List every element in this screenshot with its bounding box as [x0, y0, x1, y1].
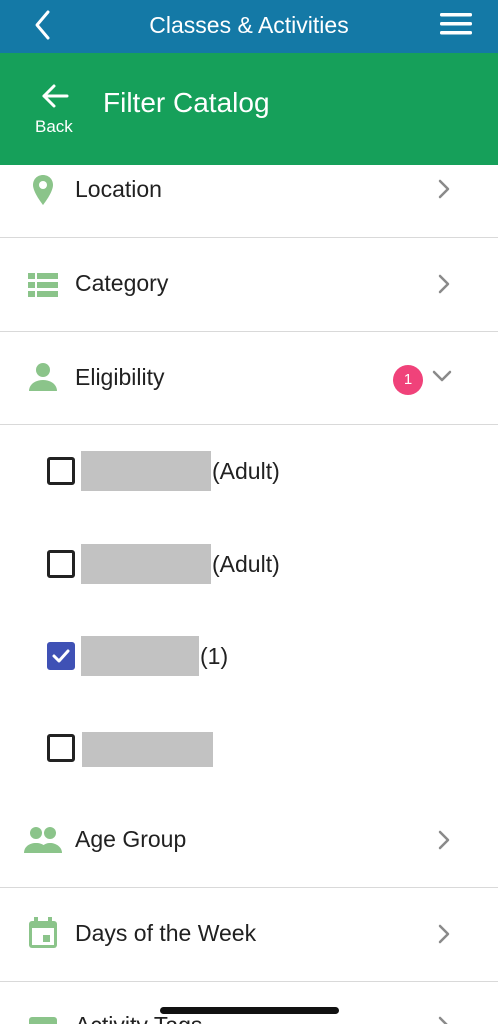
- filter-row-days-of-week[interactable]: Days of the Week: [0, 888, 498, 982]
- chevron-right-icon: [438, 924, 450, 944]
- checkbox[interactable]: [47, 457, 75, 485]
- checkbox[interactable]: [47, 550, 75, 578]
- app-top-bar: Classes & Activities: [0, 0, 498, 53]
- filter-row-eligibility[interactable]: Eligibility 1: [0, 332, 498, 425]
- hamburger-menu-icon[interactable]: [440, 12, 472, 36]
- location-pin-icon: [33, 175, 53, 205]
- filter-label: Age Group: [75, 826, 187, 852]
- filter-row-activity-tags[interactable]: Activity Tags: [0, 982, 498, 1024]
- option-suffix: (Adult): [212, 458, 280, 484]
- eligibility-option[interactable]: (Adult): [0, 518, 498, 610]
- chevron-down-icon: [432, 370, 452, 382]
- tag-icon: [29, 1017, 57, 1024]
- option-suffix: (1): [200, 643, 229, 669]
- list-icon: [28, 273, 58, 297]
- option-suffix: (Adult): [212, 551, 280, 577]
- chevron-right-icon: [438, 1016, 448, 1024]
- page-title: Filter Catalog: [103, 87, 270, 118]
- people-icon: [24, 827, 62, 853]
- chevron-right-icon: [438, 274, 450, 294]
- back-button[interactable]: Back: [30, 83, 86, 163]
- home-indicator: [160, 1007, 339, 1014]
- eligibility-option[interactable]: [0, 702, 498, 794]
- filter-label: Location: [75, 176, 162, 202]
- filter-label: Eligibility: [75, 364, 165, 390]
- eligibility-option[interactable]: (Adult): [0, 425, 498, 517]
- redacted-name: [82, 732, 213, 767]
- calendar-icon: [29, 917, 57, 948]
- arrow-left-icon: [42, 84, 69, 108]
- filter-label: Days of the Week: [75, 920, 257, 946]
- app-title: Classes & Activities: [149, 12, 349, 38]
- person-icon: [29, 363, 57, 391]
- filter-label: Category: [75, 270, 169, 296]
- chevron-right-icon: [438, 179, 450, 199]
- redacted-name: [81, 636, 199, 676]
- redacted-name: [81, 451, 211, 491]
- selected-count-badge: 1: [393, 365, 423, 395]
- filter-row-age-group[interactable]: Age Group: [0, 794, 498, 888]
- checkbox[interactable]: [47, 734, 75, 762]
- checkmark-icon: [52, 649, 70, 663]
- redacted-name: [81, 544, 211, 584]
- back-label: Back: [35, 117, 73, 136]
- filter-row-category[interactable]: Category: [0, 238, 498, 332]
- filter-header: Back Filter Catalog: [0, 53, 498, 165]
- filter-row-location[interactable]: Location: [0, 165, 498, 238]
- eligibility-option[interactable]: (1): [0, 610, 498, 702]
- chevron-right-icon: [438, 830, 450, 850]
- checkbox-checked[interactable]: [47, 642, 75, 670]
